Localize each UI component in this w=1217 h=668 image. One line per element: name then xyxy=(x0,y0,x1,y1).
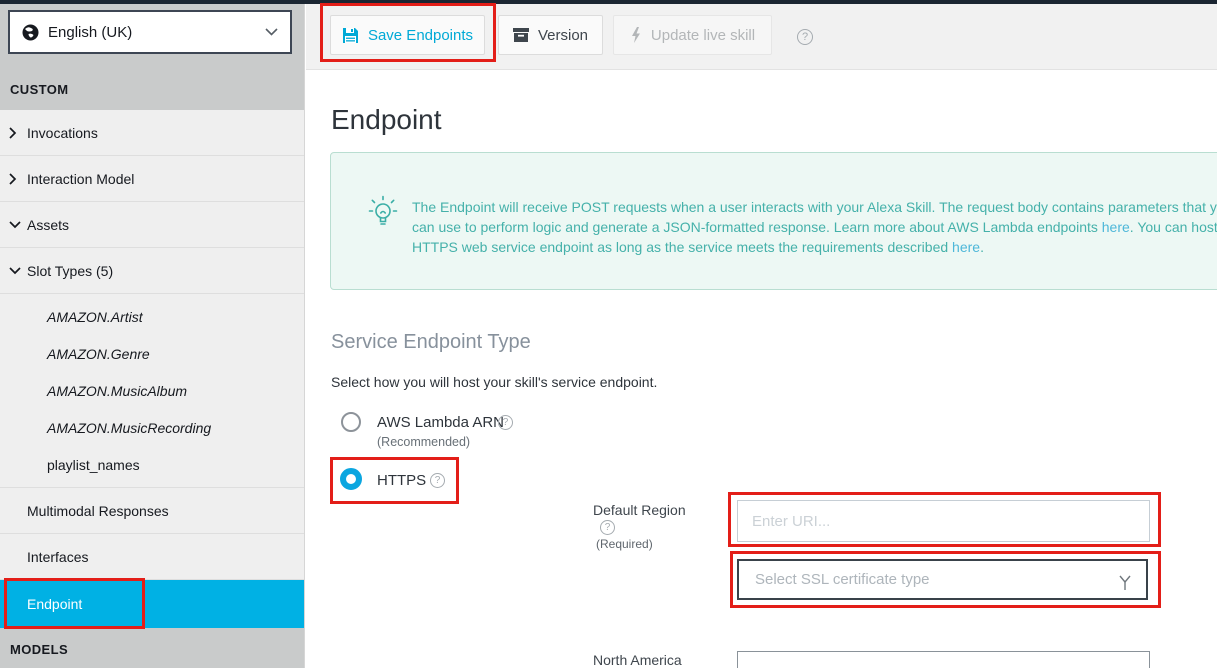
slot-type-amazon-musicrecording[interactable]: AMAZON.MusicRecording xyxy=(0,409,304,446)
recommended-note: (Recommended) xyxy=(377,435,470,449)
info-text-part1: The Endpoint will receive POST requests … xyxy=(412,199,1217,235)
info-text-part3: . xyxy=(980,239,984,255)
version-label: Version xyxy=(538,27,588,44)
language-selector[interactable]: English (UK) xyxy=(8,10,292,54)
chevron-down-icon xyxy=(9,267,21,275)
service-endpoint-type-heading: Service Endpoint Type xyxy=(331,331,531,354)
lambda-endpoints-here-link[interactable]: here xyxy=(1102,219,1130,235)
sidebar-item-assets[interactable]: Assets xyxy=(0,202,304,248)
sidebar-item-interfaces[interactable]: Interfaces xyxy=(0,534,304,580)
https-help-icon[interactable]: ? xyxy=(430,473,445,488)
sidebar-item-invocations[interactable]: Invocations xyxy=(0,110,304,156)
sidebar-item-label: Multimodal Responses xyxy=(27,503,169,519)
globe-icon xyxy=(22,24,39,41)
sidebar-item-label: Endpoint xyxy=(27,596,82,612)
sidebar-header: English (UK) CUSTOM xyxy=(0,4,304,110)
sidebar-item-slot-types[interactable]: Slot Types (5) xyxy=(0,248,304,294)
sidebar: English (UK) CUSTOM Invocations Interact… xyxy=(0,4,305,668)
lightbulb-icon xyxy=(367,195,399,236)
sidebar-item-label: Slot Types (5) xyxy=(27,263,113,279)
https-label[interactable]: HTTPS xyxy=(377,472,426,489)
aws-lambda-help-icon[interactable]: ? xyxy=(498,415,513,430)
version-archive-icon xyxy=(513,28,529,42)
default-region-label: Default Region xyxy=(593,502,686,518)
info-banner: The Endpoint will receive POST requests … xyxy=(330,152,1217,290)
update-live-skill-label: Update live skill xyxy=(651,27,755,44)
slot-type-playlist-names[interactable]: playlist_names xyxy=(0,446,304,483)
north-america-label: North America xyxy=(593,652,682,668)
sidebar-section-custom: CUSTOM xyxy=(10,82,69,97)
alexa-developer-console: English (UK) CUSTOM Invocations Interact… xyxy=(0,0,1217,668)
chevron-right-icon xyxy=(9,127,17,139)
slot-type-amazon-genre[interactable]: AMAZON.Genre xyxy=(0,335,304,372)
ssl-certificate-placeholder: Select SSL certificate type xyxy=(755,571,930,588)
default-region-help-icon[interactable]: ? xyxy=(600,520,615,535)
update-live-skill-button: Update live skill xyxy=(613,15,772,55)
lightning-icon xyxy=(630,27,642,43)
sidebar-item-label: Assets xyxy=(27,217,69,233)
slot-type-amazon-artist[interactable]: AMAZON.Artist xyxy=(0,298,304,335)
sidebar-item-label: Interfaces xyxy=(27,549,88,565)
version-button[interactable]: Version xyxy=(498,15,603,55)
slot-type-amazon-musicalbum[interactable]: AMAZON.MusicAlbum xyxy=(0,372,304,409)
https-radio[interactable] xyxy=(340,468,362,490)
dropdown-caret-icon xyxy=(1118,573,1132,596)
save-icon xyxy=(342,27,359,44)
info-banner-text: The Endpoint will receive POST requests … xyxy=(412,197,1217,257)
requirements-here-link[interactable]: here xyxy=(952,239,980,255)
sidebar-item-multimodal-responses[interactable]: Multimodal Responses xyxy=(0,488,304,534)
sidebar-item-endpoint[interactable]: Endpoint xyxy=(0,580,304,628)
save-endpoints-button[interactable]: Save Endpoints xyxy=(330,15,485,55)
sidebar-item-label: Invocations xyxy=(27,125,98,141)
sidebar-section-models: MODELS xyxy=(0,628,304,668)
chevron-down-icon xyxy=(9,221,21,229)
north-america-uri-input[interactable] xyxy=(737,651,1150,668)
aws-lambda-arn-label[interactable]: AWS Lambda ARN xyxy=(377,414,504,431)
uri-input[interactable] xyxy=(737,500,1150,542)
aws-lambda-arn-radio[interactable] xyxy=(341,412,361,432)
toolbar-help-icon[interactable]: ? xyxy=(797,29,813,45)
default-region-required-note: (Required) xyxy=(596,537,653,551)
save-endpoints-label: Save Endpoints xyxy=(368,27,473,44)
sidebar-item-label: Interaction Model xyxy=(27,171,134,187)
service-endpoint-type-subheading: Select how you will host your skill's se… xyxy=(331,374,657,390)
sidebar-item-interaction-model[interactable]: Interaction Model xyxy=(0,156,304,202)
chevron-down-icon xyxy=(265,28,278,36)
chevron-right-icon xyxy=(9,173,17,185)
page-title: Endpoint xyxy=(331,104,442,136)
ssl-certificate-select[interactable]: Select SSL certificate type xyxy=(737,559,1148,600)
slot-types-list: AMAZON.Artist AMAZON.Genre AMAZON.MusicA… xyxy=(0,294,304,488)
language-selector-label: English (UK) xyxy=(48,24,132,41)
